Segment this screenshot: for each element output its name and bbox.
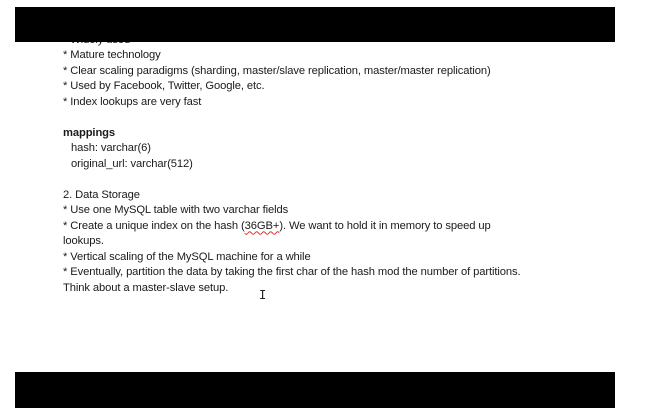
- bullet-partition: * Eventually, partition the data by taki…: [63, 266, 521, 278]
- document-text: * Mature technology * Clear scaling para…: [63, 48, 603, 296]
- bullet-index-lookups: * Index lookups are very fast: [63, 95, 202, 108]
- section-title-data-storage: 2. Data Storage: [63, 188, 140, 201]
- top-letterbox-bar: [15, 7, 615, 42]
- bottom-letterbox-bar: [15, 372, 615, 408]
- bullet-one-table: * Use one MySQL table with two varchar f…: [63, 204, 289, 216]
- bullet-unique-index-wrap: lookups.: [63, 235, 104, 247]
- mapping-field-original-url: original_url: varchar(512): [71, 157, 193, 170]
- bullet-unique-index: * Create a unique index on the hash (36G…: [63, 219, 603, 235]
- bullet-vertical-scaling: * Vertical scaling of the MySQL machine …: [63, 250, 311, 263]
- spellcheck-flagged-word[interactable]: 36GB+: [245, 220, 280, 232]
- bullet-mature: * Mature technology: [63, 49, 161, 61]
- document-body[interactable]: * Widely used * Mature technology * Clea…: [63, 0, 603, 372]
- bullet-unique-index-end: ). We want to hold it in memory to speed…: [279, 219, 491, 232]
- bullet-unique-index-start: * Create a unique index on the hash (: [63, 219, 245, 232]
- screen: * Widely used * Mature technology * Clea…: [0, 0, 646, 420]
- bullet-used-by: * Used by Facebook, Twitter, Google, etc…: [63, 80, 265, 92]
- mappings-heading: mappings: [63, 126, 116, 139]
- bullet-scaling-paradigms: * Clear scaling paradigms (sharding, mas…: [63, 64, 491, 77]
- text-cursor-icon: I: [259, 288, 267, 302]
- closing-line: Think about a master-slave setup.: [63, 281, 229, 294]
- mapping-field-hash: hash: varchar(6): [71, 142, 151, 154]
